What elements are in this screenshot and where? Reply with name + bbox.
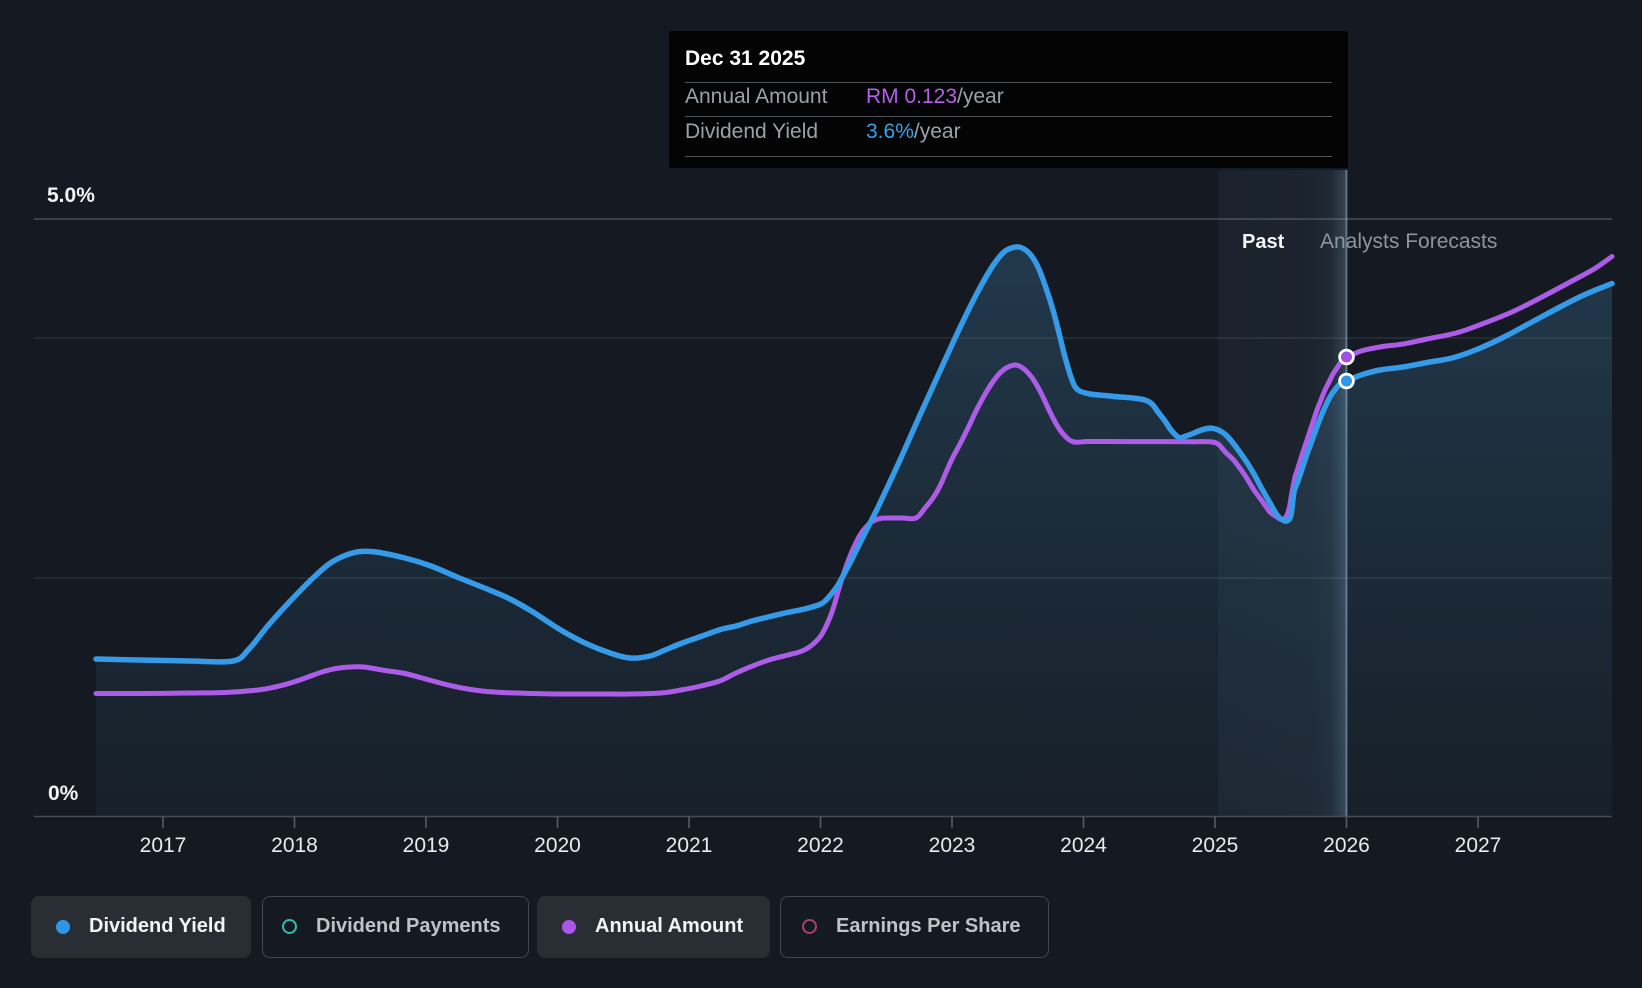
svg-text:2026: 2026	[1323, 834, 1370, 857]
svg-text:2020: 2020	[534, 834, 581, 857]
svg-text:2027: 2027	[1455, 834, 1502, 857]
svg-text:2017: 2017	[140, 834, 187, 857]
svg-text:2024: 2024	[1060, 834, 1107, 857]
svg-text:2022: 2022	[797, 834, 844, 857]
svg-text:2018: 2018	[271, 834, 318, 857]
svg-text:2023: 2023	[929, 834, 976, 857]
svg-text:2025: 2025	[1192, 834, 1239, 857]
svg-text:2021: 2021	[666, 834, 713, 857]
svg-text:2019: 2019	[403, 834, 450, 857]
